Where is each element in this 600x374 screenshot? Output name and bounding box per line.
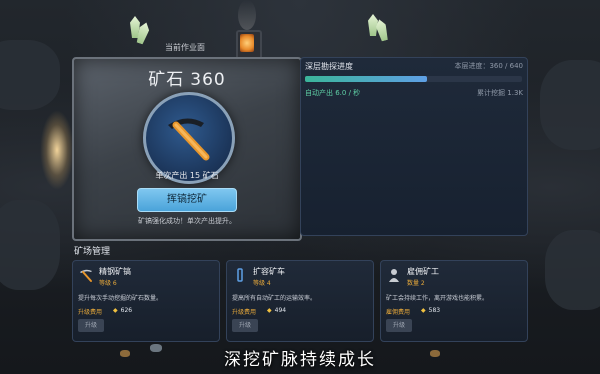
rock-decoration <box>0 200 60 290</box>
yield-text: 单次产出 15 矿石 <box>155 171 219 180</box>
card-cost: 583 <box>421 307 440 314</box>
pickaxe-icon <box>168 118 210 161</box>
upgrade-button[interactable]: 升级 <box>386 319 412 332</box>
upgrade-card-minecart: 扩容矿车 等级 4 提高所有自动矿工的运输效率。 升级费用 494 升级 <box>226 260 374 342</box>
status-message: 矿镐强化成功！单次产出提升。 <box>138 217 236 225</box>
card-name: 扩容矿车 <box>253 267 285 276</box>
miner-icon <box>389 269 399 282</box>
card-cost-label: 雇佣费用 <box>386 309 411 316</box>
card-level: 数量 2 <box>407 280 425 287</box>
ore-count: 360 <box>190 70 226 90</box>
section-label: 当前作业面 <box>165 43 205 52</box>
card-name: 雇佣矿工 <box>407 267 439 276</box>
card-cost-label: 升级费用 <box>78 309 103 316</box>
torch-glow <box>40 110 74 190</box>
auto-rate-text: 自动产出 6.0 / 秒 <box>305 89 361 97</box>
exploration-panel: 深层勘探进度 本层进度：360 / 640 自动产出 6.0 / 秒 累计挖掘 … <box>300 57 528 236</box>
minecart-icon <box>237 268 243 282</box>
management-title: 矿场管理 <box>74 247 111 257</box>
card-level: 等级 4 <box>253 280 271 287</box>
rock-decoration <box>545 230 600 310</box>
card-description: 提高所有自动矿工的运输效率。 <box>232 295 317 302</box>
card-cost: 494 <box>267 307 286 314</box>
rock-decoration <box>540 60 600 150</box>
exploration-progress-text: 本层进度：360 / 640 <box>454 62 523 70</box>
upgrade-button[interactable]: 升级 <box>232 319 258 332</box>
caption: 深挖矿脉持续成长 <box>224 350 376 370</box>
card-level: 等级 6 <box>99 280 117 287</box>
progress-bar <box>305 76 522 82</box>
smoke-decoration <box>238 0 256 30</box>
pickaxe-icon <box>80 269 92 282</box>
lantern-flame-icon <box>240 34 254 52</box>
ore-label: 矿石 <box>148 70 185 90</box>
card-description: 矿工会持续工作，离开游戏也能积累。 <box>386 295 489 302</box>
mine-button[interactable]: 挥镐挖矿 <box>137 188 237 212</box>
upgrade-card-miner: 雇佣矿工 数量 2 矿工会持续工作，离开游戏也能积累。 雇佣费用 583 升级 <box>380 260 528 342</box>
ore-panel: 矿石 360 单次产出 15 矿石 挥镐挖矿 矿镐强化成功！单次产出提升。 <box>72 57 302 241</box>
card-cost: 626 <box>113 307 132 314</box>
upgrade-button[interactable]: 升级 <box>78 319 104 332</box>
card-name: 精钢矿镐 <box>99 267 131 276</box>
ore-title: 矿石 360 <box>74 65 300 90</box>
rock-decoration <box>0 40 60 110</box>
card-cost-label: 升级费用 <box>232 309 257 316</box>
progress-bar-fill <box>305 76 428 82</box>
exploration-title: 深层勘探进度 <box>305 62 353 71</box>
upgrade-card-pickaxe: 精钢矿镐 等级 6 提升每次手动挖掘的矿石数量。 升级费用 626 升级 <box>72 260 220 342</box>
card-description: 提升每次手动挖掘的矿石数量。 <box>78 295 163 302</box>
total-mined-text: 累计挖掘 1.3K <box>477 89 523 97</box>
